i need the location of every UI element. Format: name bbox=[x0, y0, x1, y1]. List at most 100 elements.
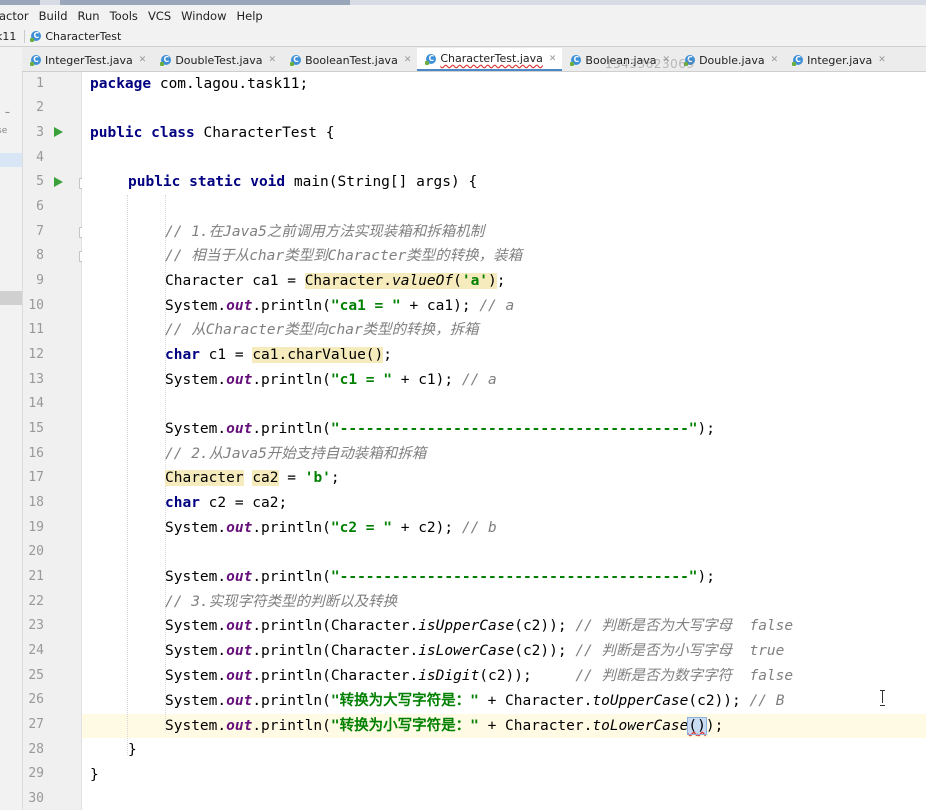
code-line-8: // 相当于从char类型到Character类型的转换，装箱 bbox=[165, 248, 523, 264]
tab-label: IntegerTest.java bbox=[45, 53, 133, 67]
code-line-12: char c1 = ca1.charValue(); bbox=[165, 347, 392, 363]
menu-run[interactable]: Run bbox=[73, 9, 105, 23]
line-number: 2 bbox=[36, 100, 44, 115]
code-line-24: System.out.println(Character.isLowerCase… bbox=[165, 643, 785, 659]
code-line-22: // 3.实现字符类型的判断以及转换 bbox=[165, 594, 398, 610]
class-icon: C bbox=[425, 53, 437, 65]
line-number: 23 bbox=[28, 618, 44, 633]
code-line-21: System.out.println("--------------------… bbox=[165, 569, 716, 585]
class-icon: C bbox=[30, 31, 42, 42]
breadcrumb-file-label: CharacterTest bbox=[45, 29, 122, 43]
close-icon[interactable]: ✕ bbox=[269, 55, 277, 65]
navigation-bar: k11 C CharacterTest bbox=[0, 26, 926, 47]
code-line-10: System.out.println("ca1 = " + ca1); // a bbox=[165, 298, 515, 314]
line-number: 25 bbox=[28, 668, 44, 683]
menu-build[interactable]: Build bbox=[34, 9, 73, 23]
line-number: 30 bbox=[28, 791, 44, 806]
code-line-7: // 1.在Java5之前调用方法实现装箱和拆箱机制 bbox=[165, 224, 485, 240]
code-line-16: // 2.从Java5开始支持自动装箱和拆箱 bbox=[165, 446, 427, 462]
watermark: 13433623069 bbox=[605, 57, 695, 71]
class-icon: C bbox=[160, 55, 172, 66]
code-line-27: System.out.println("转换为小写字符是：" + Charact… bbox=[165, 717, 724, 735]
menu-vcs[interactable]: VCS bbox=[143, 9, 176, 23]
menu-window[interactable]: Window bbox=[176, 9, 231, 23]
close-icon[interactable]: ✕ bbox=[549, 54, 557, 64]
line-number: 26 bbox=[28, 692, 44, 707]
tab-integertest[interactable]: C IntegerTest.java ✕ bbox=[22, 49, 152, 71]
line-number: 1 bbox=[36, 76, 44, 91]
menu-bar: actor Build Run Tools VCS Window Help bbox=[0, 5, 926, 26]
line-number: 6 bbox=[36, 199, 44, 214]
code-line-9: Character ca1 = Character.valueOf('a'); bbox=[165, 273, 506, 289]
close-icon[interactable]: ✕ bbox=[404, 55, 412, 65]
code-line-15: System.out.println("--------------------… bbox=[165, 421, 716, 437]
collapse-icon[interactable]: – bbox=[5, 107, 10, 118]
line-number: 5 bbox=[36, 174, 44, 189]
tab-label: CharacterTest.java bbox=[440, 52, 543, 65]
panel-label-fragment: se bbox=[0, 126, 8, 136]
run-main-icon[interactable] bbox=[54, 177, 63, 187]
line-number: 17 bbox=[28, 470, 44, 485]
tab-integer[interactable]: C Integer.java ✕ bbox=[784, 49, 892, 71]
line-number: 8 bbox=[36, 248, 44, 263]
code-line-1: package com.lagou.task11; bbox=[90, 76, 309, 92]
line-number: 3 bbox=[36, 125, 44, 140]
code-line-28: } bbox=[128, 742, 137, 758]
line-number: 16 bbox=[28, 446, 44, 461]
tree-selection[interactable] bbox=[0, 153, 22, 167]
line-number: 15 bbox=[28, 421, 44, 436]
class-icon: C bbox=[570, 55, 582, 66]
line-number: 20 bbox=[28, 544, 44, 559]
line-number: 13 bbox=[28, 372, 44, 387]
close-icon[interactable]: ✕ bbox=[139, 55, 147, 65]
close-icon[interactable]: ✕ bbox=[878, 55, 886, 65]
tab-label: Integer.java bbox=[807, 53, 873, 67]
line-number: 14 bbox=[28, 396, 44, 411]
line-number: 28 bbox=[28, 742, 44, 757]
text-cursor-icon bbox=[880, 690, 886, 706]
menu-refactor[interactable]: actor bbox=[0, 9, 34, 23]
menu-tools[interactable]: Tools bbox=[105, 9, 143, 23]
run-class-icon[interactable] bbox=[54, 127, 63, 137]
line-number: 10 bbox=[28, 298, 44, 313]
editor-gutter[interactable]: 1 2 3 4 5 6 7 8 9 10 11 12 13 14 15 16 1… bbox=[23, 72, 104, 810]
line-number: 18 bbox=[28, 495, 44, 510]
line-number: 27 bbox=[28, 717, 44, 732]
tab-charactertest[interactable]: C CharacterTest.java ✕ bbox=[417, 48, 563, 71]
menu-help[interactable]: Help bbox=[231, 9, 267, 23]
class-icon: C bbox=[290, 55, 302, 66]
code-line-3: public class CharacterTest { bbox=[90, 125, 335, 141]
tab-label: Double.java bbox=[699, 53, 765, 67]
line-number: 24 bbox=[28, 643, 44, 658]
class-icon: C bbox=[792, 55, 804, 66]
line-number: 4 bbox=[36, 150, 44, 165]
line-number: 9 bbox=[36, 273, 44, 288]
code-line-5: public static void main(String[] args) { bbox=[128, 174, 478, 190]
code-line-29: } bbox=[90, 767, 99, 783]
breadcrumb-file[interactable]: C CharacterTest bbox=[25, 30, 121, 43]
code-line-26: System.out.println("转换为大写字符是：" + Charact… bbox=[165, 693, 785, 709]
line-number: 19 bbox=[28, 520, 44, 535]
project-panel-strip[interactable]: – se bbox=[0, 47, 23, 810]
line-number: 29 bbox=[28, 766, 44, 781]
code-editor[interactable]: package com.lagou.task11; public class C… bbox=[82, 72, 926, 810]
line-number: 22 bbox=[28, 594, 44, 609]
line-number: 12 bbox=[28, 347, 44, 362]
close-icon[interactable]: ✕ bbox=[771, 55, 779, 65]
breadcrumb-package[interactable]: k11 bbox=[0, 29, 26, 43]
code-line-11: // 从Character类型向char类型的转换，拆箱 bbox=[165, 322, 479, 338]
tab-booleantest[interactable]: C BooleanTest.java ✕ bbox=[282, 49, 417, 71]
tab-doubletest[interactable]: C DoubleTest.java ✕ bbox=[152, 49, 282, 71]
code-line-23: System.out.println(Character.isUpperCase… bbox=[165, 618, 794, 634]
line-number: 21 bbox=[28, 569, 44, 584]
error-paren[interactable]: () bbox=[687, 717, 707, 735]
line-number: 7 bbox=[36, 224, 44, 239]
code-line-19: System.out.println("c2 = " + c2); // b bbox=[165, 520, 497, 536]
tree-row[interactable] bbox=[0, 291, 22, 305]
editor-tabs: C IntegerTest.java ✕ C DoubleTest.java ✕… bbox=[22, 47, 926, 72]
indent-guide bbox=[127, 195, 128, 755]
code-line-18: char c2 = ca2; bbox=[165, 495, 288, 511]
class-icon: C bbox=[30, 55, 41, 66]
tab-label: DoubleTest.java bbox=[175, 53, 263, 67]
code-line-25: System.out.println(Character.isDigit(c2)… bbox=[165, 668, 794, 684]
